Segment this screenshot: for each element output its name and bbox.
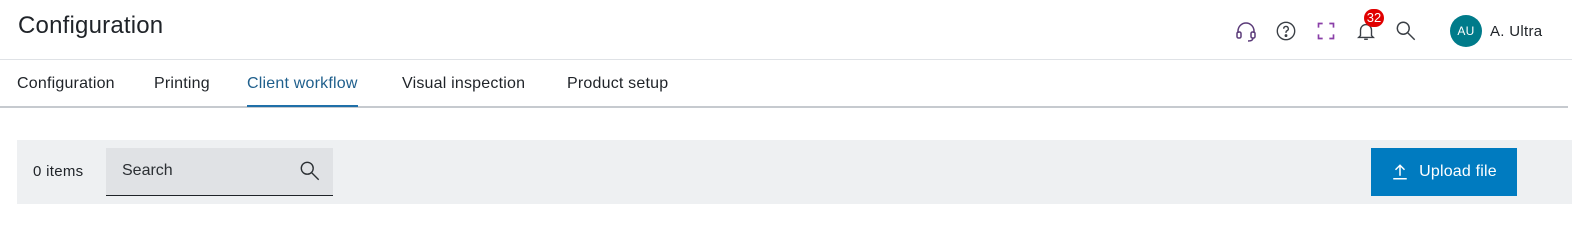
- fullscreen-icon[interactable]: [1312, 17, 1340, 45]
- search-input[interactable]: [106, 148, 286, 194]
- tab-product-setup[interactable]: Product setup: [567, 61, 668, 106]
- list-toolbar: 0 items Upload file: [17, 140, 1572, 204]
- header-actions: 32: [1232, 9, 1432, 48]
- tab-printing[interactable]: Printing: [154, 61, 210, 106]
- notification-count-badge: 32: [1364, 9, 1384, 27]
- tab-client-workflow[interactable]: Client workflow: [247, 61, 358, 107]
- search-icon[interactable]: [299, 160, 321, 182]
- page-title: Configuration: [18, 12, 164, 39]
- search-field[interactable]: [106, 148, 333, 196]
- help-circle-icon[interactable]: [1272, 17, 1300, 45]
- upload-file-label: Upload file: [1419, 163, 1497, 180]
- item-count: 0 items: [33, 163, 84, 180]
- upload-icon: [1391, 163, 1409, 181]
- search-icon[interactable]: [1392, 17, 1420, 45]
- avatar: AU: [1450, 15, 1482, 47]
- upload-file-button[interactable]: Upload file: [1371, 148, 1517, 196]
- tab-visual-inspection[interactable]: Visual inspection: [402, 61, 525, 106]
- user-name: A. Ultra: [1490, 22, 1543, 40]
- tab-bar: Configuration Printing Client workflow V…: [0, 61, 1568, 108]
- tab-configuration[interactable]: Configuration: [17, 61, 115, 106]
- headset-icon[interactable]: [1232, 17, 1260, 45]
- user-menu[interactable]: AU A. Ultra: [1450, 15, 1542, 47]
- bell-icon[interactable]: 32: [1352, 9, 1384, 45]
- top-header: Configuration 32 AU A. Ultra: [0, 0, 1572, 60]
